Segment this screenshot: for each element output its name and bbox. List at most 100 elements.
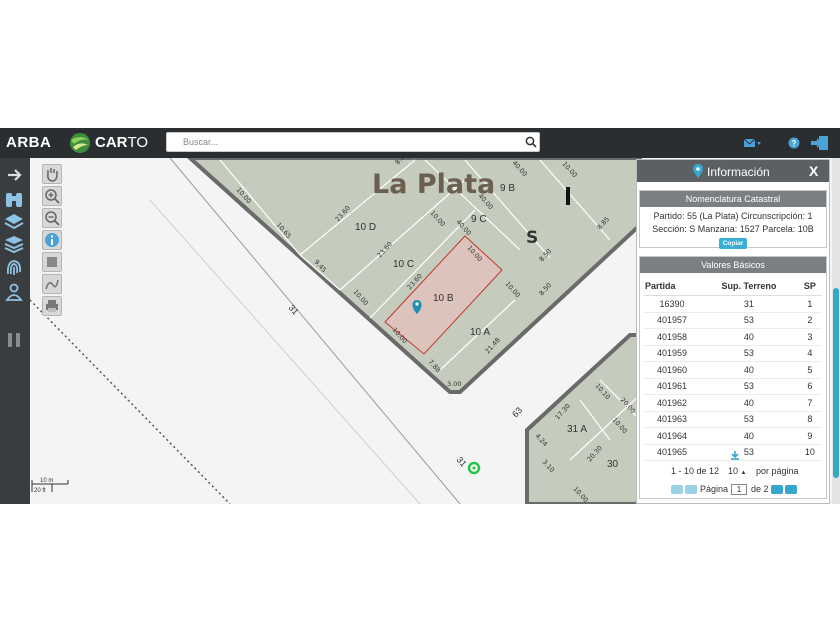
zoom-in-icon (45, 189, 60, 204)
cell-partida: 401962 (644, 394, 700, 412)
measure-line-button[interactable] (42, 274, 62, 294)
cell-sp: 3 (797, 328, 822, 346)
binoculars-icon[interactable] (3, 190, 25, 210)
info-tool-button[interactable] (42, 230, 62, 250)
close-panel-button[interactable]: X (809, 163, 818, 179)
page-label: Página (700, 484, 729, 494)
cell-sp: 6 (797, 378, 822, 395)
cell-sp: 2 (797, 312, 822, 329)
table-row: 401958 40 3 (644, 328, 822, 346)
cell-partida: 16390 (644, 295, 700, 313)
svg-text:?: ? (792, 139, 797, 148)
page-count-text: de 2 (751, 484, 769, 494)
cell-partida: 401961 (644, 378, 700, 395)
info-panel-header: Información X (637, 160, 829, 182)
nomenclatura-line-1: Partido: 55 (La Plata) Circunscripción: … (653, 211, 813, 221)
nomenclatura-title: Nomenclatura Catastral (640, 191, 826, 207)
caret-up-icon: ▲ (740, 470, 747, 476)
carto-logo-part-a: CAR (95, 134, 128, 151)
pan-hand-button[interactable] (42, 164, 62, 184)
section-label: S (526, 228, 538, 248)
page-number-input[interactable]: 1 (731, 484, 747, 495)
cell-superficie: 40 (699, 427, 798, 445)
print-icon (46, 300, 58, 312)
search-input[interactable] (166, 132, 540, 152)
scale-feet: 20 ft (34, 488, 46, 494)
cell-sp: 4 (797, 345, 822, 362)
pause-icon[interactable] (3, 330, 25, 350)
cell-superficie: 53 (699, 444, 798, 461)
valores-basicos-title: Valores Básicos (640, 257, 826, 273)
zoom-out-button[interactable] (42, 208, 62, 228)
expand-arrow-icon[interactable] (3, 165, 25, 185)
cell-superficie: 40 (699, 328, 798, 346)
location-dot-icon[interactable] (467, 461, 481, 475)
copy-button[interactable]: Copiar (719, 238, 747, 249)
table-row: 401957 53 2 (644, 312, 822, 329)
mail-icon[interactable] (743, 135, 763, 151)
logout-icon[interactable] (810, 135, 830, 151)
cell-partida: 401959 (644, 345, 700, 362)
print-button[interactable] (42, 296, 62, 316)
cell-superficie: 53 (699, 345, 798, 362)
location-pin-icon (693, 164, 703, 178)
cell-superficie: 40 (699, 394, 798, 412)
search-icon[interactable] (525, 136, 537, 148)
info-panel-title: Información (707, 165, 770, 179)
nomenclatura-box: Nomenclatura Catastral Partido: 55 (La P… (639, 190, 827, 249)
parcel-label: 10 D (355, 222, 376, 233)
info-panel: Información X Nomenclatura Catastral Par… (636, 159, 830, 504)
cell-sp: 10 (797, 444, 822, 461)
nomenclatura-line-2: Sección: S Manzana: 1527 Parcela: 10B (652, 224, 814, 234)
street-label: 31 (455, 455, 469, 469)
parcel-label: 10 A (470, 327, 490, 338)
first-page-button[interactable] (671, 485, 683, 494)
cell-partida: 401960 (644, 361, 700, 379)
layers-icon[interactable] (3, 212, 25, 232)
column-header[interactable]: Partida (644, 277, 700, 296)
right-scrollbar-thumb[interactable] (833, 288, 839, 478)
cell-partida: 401965 (644, 444, 700, 461)
carto-logo-part-b: TO (127, 134, 149, 151)
column-header[interactable]: Sup. Terreno (699, 277, 798, 296)
table-row: 401964 40 9 (644, 427, 822, 445)
zoom-in-button[interactable] (42, 186, 62, 206)
street-label: 63 (510, 405, 524, 419)
user-location-icon[interactable] (3, 282, 25, 302)
next-page-button[interactable] (771, 485, 783, 494)
measure-line-icon (45, 279, 59, 290)
page-size-select[interactable]: 10 ▲ (728, 466, 746, 476)
layers-stack-icon[interactable] (3, 234, 25, 254)
hand-icon (47, 168, 58, 182)
table-row: 401959 53 4 (644, 345, 822, 362)
cell-sp: 7 (797, 394, 822, 412)
cell-sp: 9 (797, 427, 822, 445)
table-row: 401961 53 6 (644, 378, 822, 395)
carto-globe-icon (70, 133, 90, 153)
cell-superficie: 53 (699, 312, 798, 329)
table-row: 16390 31 1 (644, 295, 822, 313)
last-page-button[interactable] (785, 485, 797, 494)
block-bottom-right (525, 333, 642, 504)
valores-basicos-box: Valores Básicos Partida Sup. Terreno SP … (639, 256, 827, 499)
help-icon[interactable]: ? (788, 135, 800, 151)
parcel-label: 9 C (471, 214, 487, 225)
table-row: 401962 40 7 (644, 394, 822, 412)
page-size-value: 10 (728, 466, 739, 476)
parcel-label: 30 (607, 459, 619, 470)
prev-page-button[interactable] (685, 485, 697, 494)
cell-partida: 401964 (644, 427, 700, 445)
railway-line (30, 299, 231, 504)
app-window: ARBA CARTO ? (0, 128, 840, 504)
cell-superficie: 31 (699, 295, 798, 313)
cell-sp: 8 (797, 411, 822, 428)
cell-superficie: 53 (699, 378, 798, 395)
cell-partida: 401958 (644, 328, 700, 346)
per-page-label: por página (756, 466, 799, 476)
fingerprint-icon[interactable] (3, 258, 25, 278)
measure-area-button[interactable] (42, 252, 62, 272)
column-header[interactable]: SP (797, 277, 822, 296)
download-icon[interactable] (730, 450, 740, 460)
parcel-label: 31 A (567, 424, 587, 435)
cell-partida: 401963 (644, 411, 700, 428)
